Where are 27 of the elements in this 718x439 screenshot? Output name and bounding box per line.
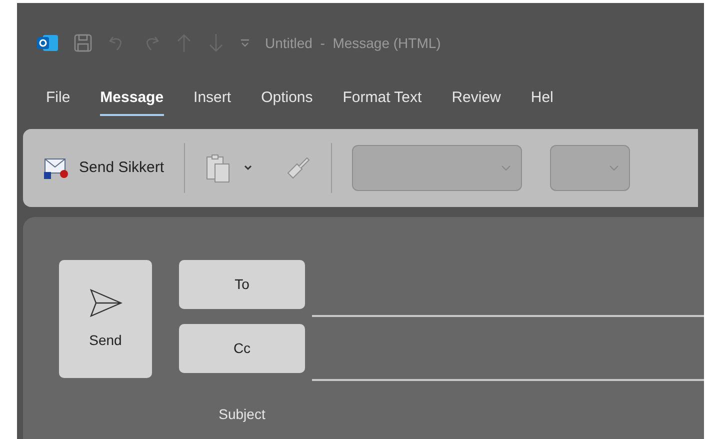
window-title: Untitled - Message (HTML) — [265, 34, 441, 53]
chevron-down-icon[interactable] — [243, 164, 254, 172]
chevron-down-icon — [609, 165, 620, 171]
chevron-down-icon — [501, 165, 512, 171]
ribbon-tab[interactable]: File — [46, 85, 70, 116]
ribbon-tab[interactable]: Options — [261, 85, 313, 116]
ribbon-tab[interactable]: Review — [452, 85, 501, 116]
send-button[interactable]: Send — [59, 260, 152, 378]
app-logo-icon — [37, 33, 59, 53]
send-icon — [88, 288, 122, 318]
envelope-lock-icon — [43, 156, 69, 180]
up-arrow-icon[interactable] — [175, 33, 193, 53]
clipboard-icon[interactable] — [205, 153, 232, 183]
ribbon-tab[interactable]: Format Text — [342, 85, 422, 116]
to-button[interactable]: To — [179, 260, 305, 309]
subject-label: Subject — [218, 405, 266, 424]
brush-icon[interactable] — [285, 155, 312, 181]
save-icon[interactable] — [73, 33, 93, 53]
send-secure-button[interactable]: Send Sikkert — [43, 156, 164, 180]
down-arrow-icon[interactable] — [207, 33, 225, 53]
ribbon-tab[interactable]: Message — [100, 85, 164, 116]
cc-button[interactable]: Cc — [179, 324, 305, 373]
customize-toolbar-icon[interactable] — [239, 37, 251, 49]
font-dropdown[interactable] — [352, 145, 522, 191]
font-size-dropdown[interactable] — [550, 145, 630, 191]
ribbon-tab[interactable]: Insert — [194, 85, 232, 116]
ribbon-tab[interactable]: Hel — [530, 85, 554, 116]
